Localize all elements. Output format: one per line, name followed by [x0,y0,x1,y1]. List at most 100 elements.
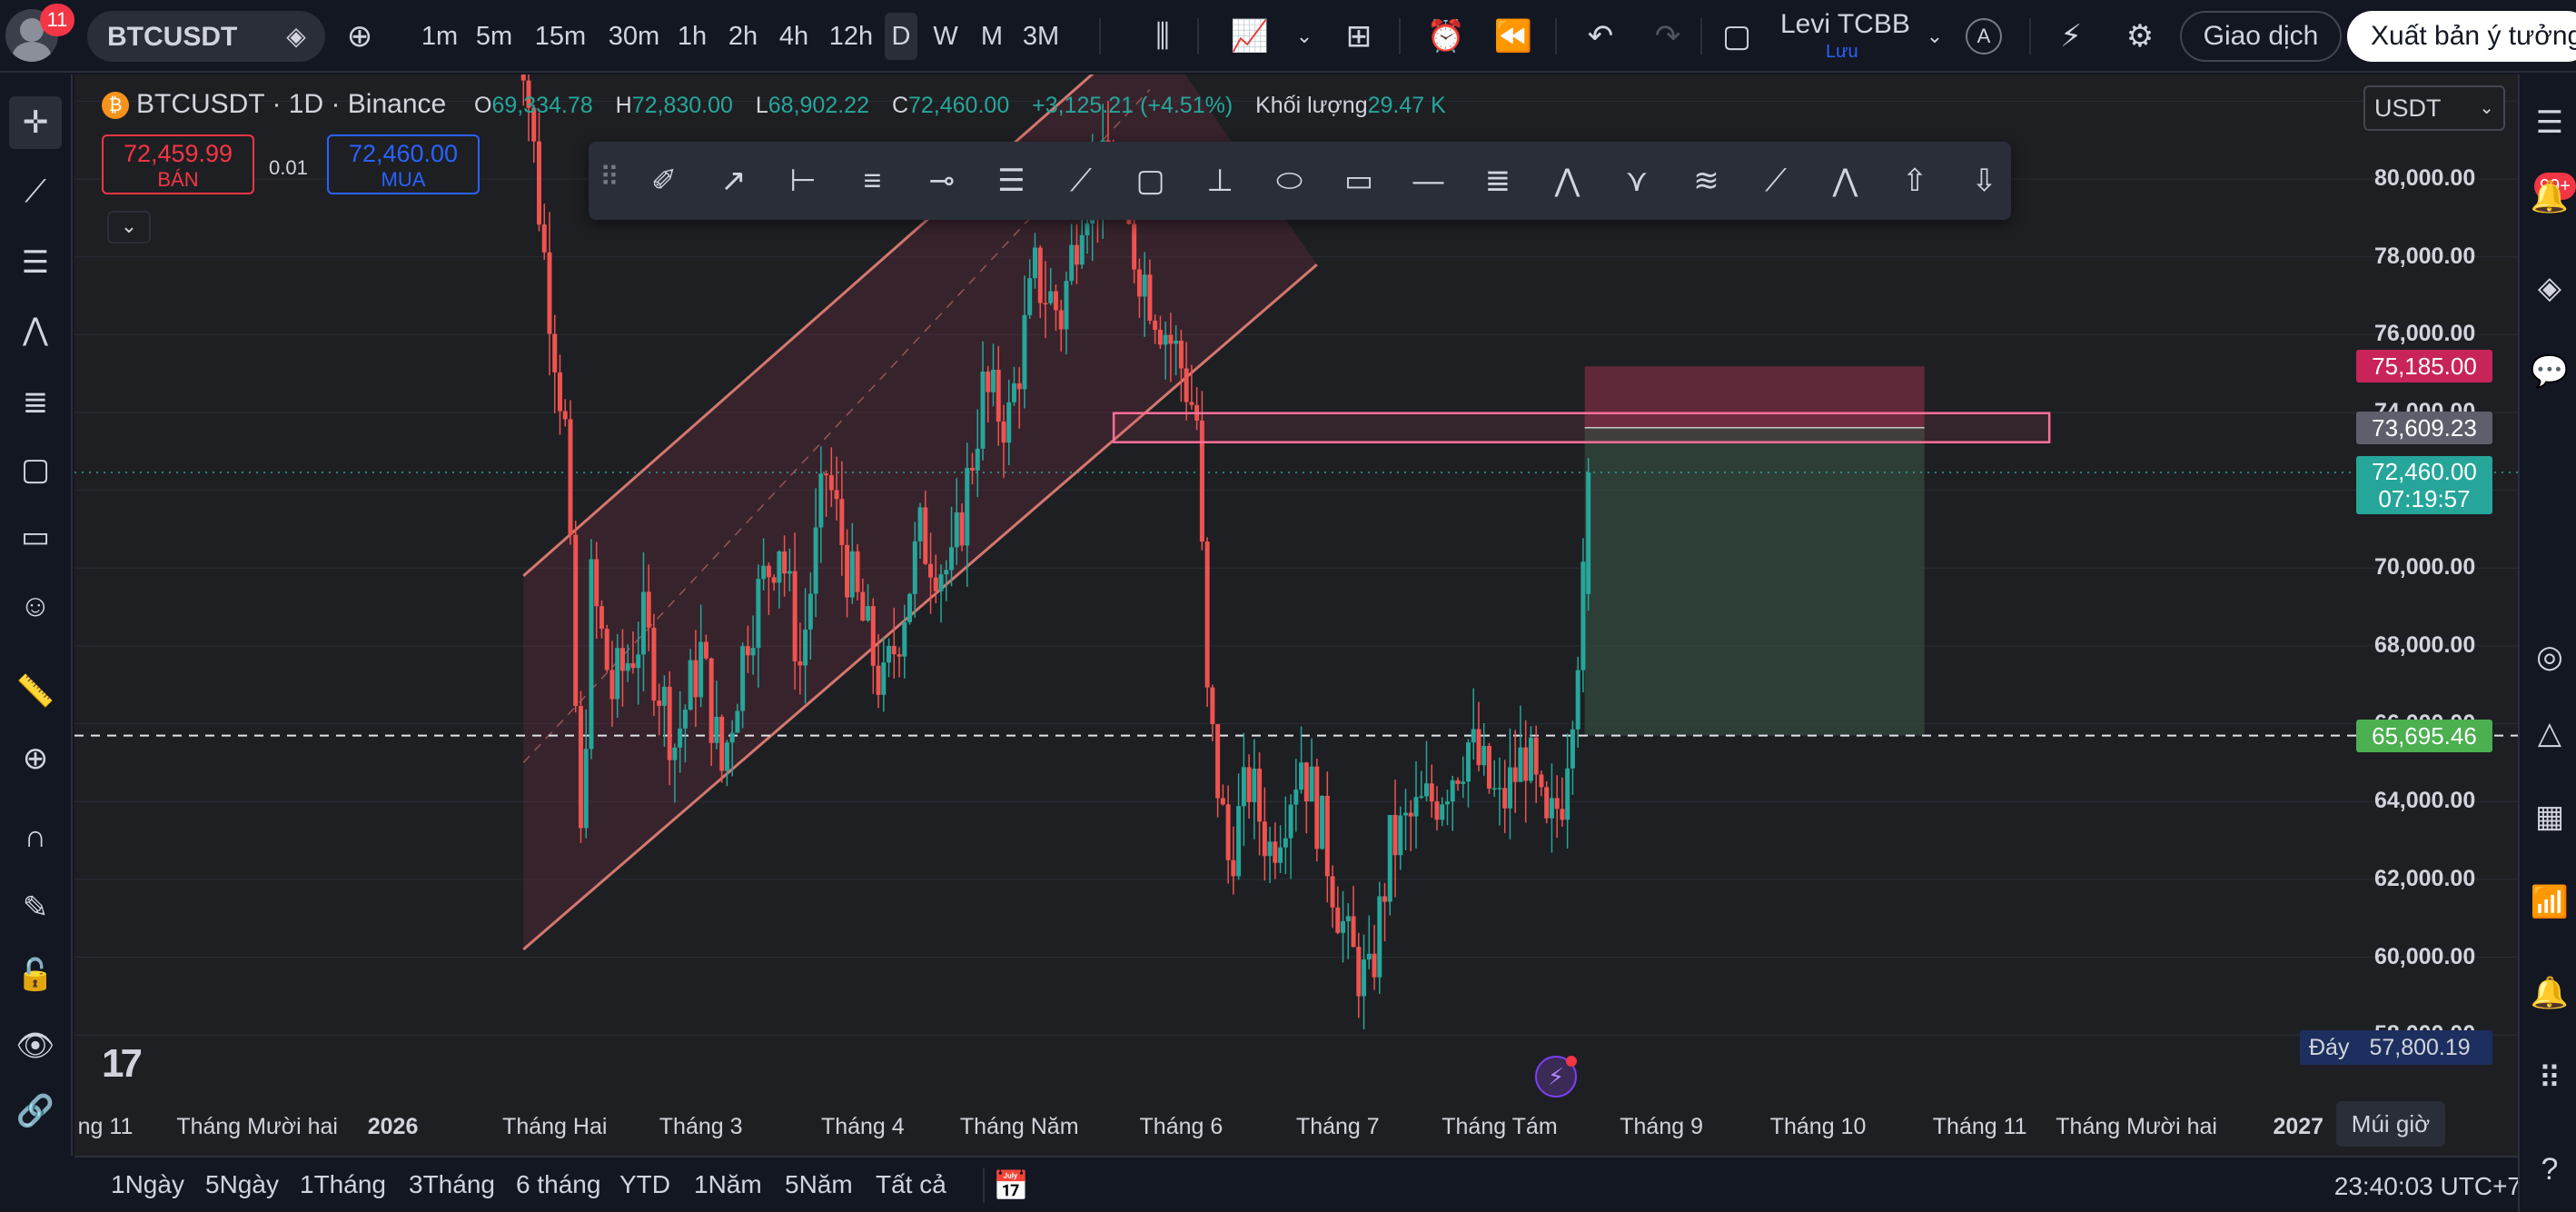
broadcast-icon[interactable]: 📶 [2527,879,2572,925]
crosshair-icon[interactable]: ✛ [9,96,62,149]
emoji-icon[interactable]: ☺ [9,580,62,632]
clock-display[interactable]: 23:40:03 UTC+7 [2334,1172,2522,1201]
calendar-icon[interactable]: ▦ [2527,794,2572,839]
publish-idea-button[interactable]: Xuất bản ý tưởng [2347,11,2576,62]
interval-30m[interactable]: 30m [603,13,665,60]
candle-body [599,606,604,630]
trade-button[interactable]: Giao dịch [2180,11,2342,62]
multi-lines-icon[interactable]: ≣ [1470,153,1526,209]
triangle-icon[interactable]: △ [2527,710,2572,756]
list-icon[interactable]: ☰ [2527,100,2572,145]
layout-square-icon[interactable]: ▢ [1713,13,1760,60]
interval-2h[interactable]: 2h [723,13,763,60]
sell-button[interactable]: 72,459.99 BÁN [102,134,254,194]
horizontal-line-icon[interactable]: — [1401,153,1457,209]
quick-search-icon[interactable]: ⚡ [2047,13,2095,60]
range-4[interactable]: 6 tháng [516,1170,600,1199]
range-0[interactable]: 1Ngày [111,1170,184,1199]
path-icon[interactable]: ⟋ [1053,153,1109,209]
zoom-in-icon[interactable]: ⊕ [9,732,62,785]
grid-icon[interactable]: ⠿ [2527,1056,2572,1101]
range-3[interactable]: 3Tháng [409,1170,495,1199]
range-2[interactable]: 1Tháng [300,1170,386,1199]
diamond-icon[interactable]: ◈ [278,18,314,55]
date-range-icon[interactable]: ⊢ [775,153,831,209]
label-lines-icon[interactable]: ≡ [845,153,901,209]
brush-icon[interactable]: ✐ [636,153,692,209]
ellipse-icon[interactable]: ⬭ [1262,153,1318,209]
rectangle-icon[interactable]: ▢ [9,443,62,496]
chat-icon[interactable]: 💬 [2527,349,2572,394]
flash-icon[interactable]: ⚡ [1535,1056,1577,1098]
avatar-letter-icon[interactable]: A [1960,13,2007,60]
horizontal-lines-icon[interactable]: ☰ [9,236,62,289]
chevron-down-icon[interactable]: ⌄ [1281,13,1328,60]
layers-icon[interactable]: ◈ [2527,265,2572,311]
undo-icon[interactable]: ↶ [1577,13,1624,60]
gauge-icon[interactable]: ◎ [2527,634,2572,680]
symbol-search[interactable]: BTCUSDT ◈ [87,11,325,62]
link-icon[interactable]: 🔗 [9,1085,62,1137]
trend-line-icon[interactable]: ⟋ [9,165,62,218]
arrow-down-icon[interactable]: ⇩ [1957,153,2013,209]
ruler-icon[interactable]: 📏 [9,665,62,718]
interval-12h[interactable]: 12h [827,13,876,60]
abc-pattern-icon[interactable]: ⋀ [1818,153,1874,209]
comment-icon[interactable]: ▭ [9,511,62,563]
candle-body [1163,334,1168,345]
magnet-icon[interactable]: ∩ [9,810,62,863]
timezone-button[interactable]: Múi giờ [2336,1101,2445,1147]
chart-area[interactable]: ₿ BTCUSDT · 1D · Binance O69,334.78 H72,8… [74,75,2518,1156]
candle-type-icon[interactable]: ⫼ [1139,13,1186,60]
range-1[interactable]: 5Ngày [205,1170,279,1199]
sample-lines-icon[interactable]: ☰ [984,153,1040,209]
interval-W[interactable]: W [928,13,963,60]
settings-gear-icon[interactable]: ⚙ [2116,13,2164,60]
candle-body [1549,798,1554,819]
arrow-line-icon[interactable]: ↗ [706,153,762,209]
zigzag-icon[interactable]: ⋎ [1609,153,1665,209]
help-icon[interactable]: ? [2527,1147,2572,1192]
fib-fan-icon[interactable]: ≋ [1679,153,1735,209]
interval-1h[interactable]: 1h [672,13,712,60]
range-6[interactable]: 1Năm [694,1170,762,1199]
straight-line-icon[interactable]: ⟋ [1748,153,1804,209]
pattern-icon[interactable]: ⋀ [9,303,62,356]
callout-icon[interactable]: ▭ [1331,153,1387,209]
interval-1m[interactable]: 1m [418,13,461,60]
layout-grid-icon[interactable]: ⊞ [1335,13,1382,60]
horizontal-ray-icon[interactable]: ⊸ [914,153,970,209]
alert-clock-icon[interactable]: ⏰ [1422,13,1470,60]
layout-name[interactable]: Levi TCBB [1780,9,1910,40]
interval-3M[interactable]: 3M [1017,13,1065,60]
wave-icon[interactable]: ⋀ [1540,153,1596,209]
bell-icon[interactable]: 🔔 [2527,970,2572,1016]
pencil-lock-icon[interactable]: ✎ [9,881,62,934]
range-8[interactable]: Tất cả [876,1170,946,1199]
lock-icon[interactable]: 🔓 [9,949,62,1001]
interval-5m[interactable]: 5m [471,13,518,60]
date-range-calendar-icon[interactable]: 📅 [988,1165,1034,1207]
rectangle-icon[interactable]: ▢ [1123,153,1179,209]
vertical-measure-icon[interactable]: ⊥ [1192,153,1248,209]
arrow-up-icon[interactable]: ⇧ [1887,153,1943,209]
legend-collapse-button[interactable]: ⌄ [107,211,151,243]
redo-icon[interactable]: ↷ [1644,13,1691,60]
fib-icon[interactable]: ≣ [9,376,62,429]
indicators-icon[interactable]: 📈 [1226,13,1273,60]
eye-icon[interactable]: 👁 [9,1019,62,1072]
drag-handle-icon[interactable]: ⠿ [599,162,619,194]
replay-icon[interactable]: ⏪ [1490,13,1537,60]
interval-4h[interactable]: 4h [774,13,814,60]
add-symbol-icon[interactable]: ⊕ [336,13,383,60]
range-7[interactable]: 5Năm [785,1170,853,1199]
price-chart[interactable] [74,75,2518,1156]
alerts-icon[interactable]: 🔔 [2527,174,2572,220]
interval-M[interactable]: M [976,13,1008,60]
interval-15m[interactable]: 15m [532,13,589,60]
range-5[interactable]: YTD [619,1170,670,1199]
buy-button[interactable]: 72,460.00 MUA [327,134,480,194]
currency-select[interactable]: USDT ⌄ [2363,85,2505,131]
layout-chevron-icon[interactable]: ⌄ [1911,13,1958,60]
interval-D[interactable]: D [885,13,917,60]
